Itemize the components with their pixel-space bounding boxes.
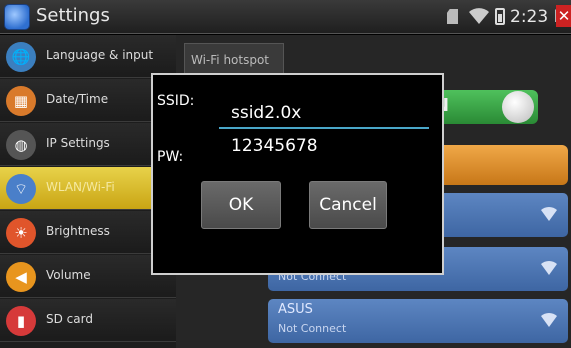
sidebar-item-date-time[interactable]: ▦ Date/Time (0, 79, 176, 122)
brightness-icon: ☀ (6, 218, 36, 248)
status-bar: Settings 2:23 PM ✕ (0, 0, 571, 34)
wifi-icon: ⌔ (6, 174, 36, 204)
password-input[interactable] (219, 131, 429, 161)
wifi-signal-icon (541, 206, 557, 221)
sidebar-item-label: WLAN/Wi-Fi (46, 180, 115, 194)
wifi-signal-icon (541, 260, 557, 275)
sidebar-item-brightness[interactable]: ☀ Brightness (0, 211, 176, 254)
network-icon: ◍ (6, 130, 36, 160)
volume-icon: ◀ (6, 262, 36, 292)
close-icon[interactable]: ✕ (556, 5, 571, 27)
sd-card-icon: ▮ (6, 306, 36, 336)
sidebar-item-language-input[interactable]: 🌐 Language & input (0, 35, 176, 78)
ssid-label: SSID: (157, 93, 195, 109)
sidebar-item-label: Language & input (46, 48, 154, 62)
sidebar-item-label: Date/Time (46, 92, 109, 106)
app-title: Settings (36, 5, 110, 26)
wifi-signal-icon (541, 312, 557, 327)
sidebar-item-ip-settings[interactable]: ◍ IP Settings (0, 123, 176, 166)
ssid-input[interactable] (219, 99, 429, 129)
wifi-credentials-dialog: SSID: PW: OK Cancel (151, 73, 444, 275)
sidebar-item-label: SD card (46, 312, 93, 326)
cancel-button[interactable]: Cancel (309, 181, 387, 229)
network-row[interactable]: ASUS Not Connect (268, 299, 568, 343)
tab-wifi-hotspot[interactable]: Wi-Fi hotspot (184, 43, 284, 75)
network-status: Not Connect (278, 322, 347, 335)
calendar-icon: ▦ (6, 86, 36, 116)
sidebar-item-label: IP Settings (46, 136, 110, 150)
pw-label: PW: (157, 149, 184, 165)
battery-icon (495, 8, 505, 25)
sidebar-item-sd-card[interactable]: ▮ SD card (0, 299, 176, 342)
sidebar-item-wlan[interactable]: ⌔ WLAN/Wi-Fi (0, 167, 176, 210)
settings-app-icon (4, 4, 30, 30)
toggle-knob[interactable] (502, 91, 534, 123)
globe-icon: 🌐 (6, 42, 36, 72)
settings-sidebar: 🌐 Language & input ▦ Date/Time ◍ IP Sett… (0, 35, 176, 348)
ok-button[interactable]: OK (201, 181, 281, 229)
sidebar-item-volume[interactable]: ◀ Volume (0, 255, 176, 298)
sidebar-item-label: Volume (46, 268, 91, 282)
scan-bar[interactable] (432, 145, 568, 185)
wifi-signal-icon (469, 8, 489, 24)
sidebar-item-label: Brightness (46, 224, 110, 238)
network-ssid: ASUS (278, 302, 313, 317)
sd-card-status-icon (447, 9, 458, 24)
